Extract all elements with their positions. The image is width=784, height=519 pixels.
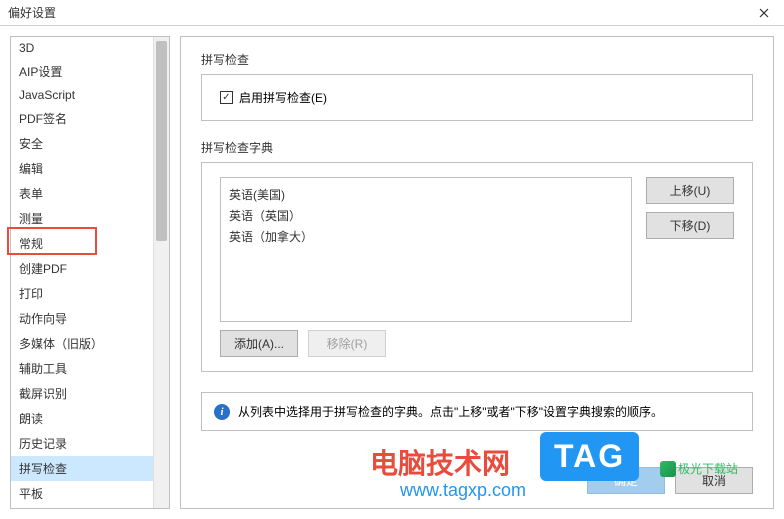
sidebar-container: 3DAIP设置JavaScriptPDF签名安全编辑表单测量常规创建PDF打印动… — [10, 36, 170, 509]
sidebar-item[interactable]: 创建PDF — [11, 256, 153, 281]
dictionary-action-buttons: 添加(A)... 移除(R) — [220, 330, 734, 357]
dictionary-list-item[interactable]: 英语(美国) — [229, 184, 623, 205]
sidebar-item[interactable]: 拼写检查 — [11, 456, 153, 481]
dictionary-list-item[interactable]: 英语（英国） — [229, 205, 623, 226]
info-text: 从列表中选择用于拼写检查的字典。点击"上移"或者"下移"设置字典搜索的顺序。 — [238, 403, 663, 420]
dictionary-list-item[interactable]: 英语（加拿大） — [229, 226, 623, 247]
sidebar-item[interactable]: 多媒体（旧版） — [11, 331, 153, 356]
sidebar-item[interactable]: 编辑 — [11, 156, 153, 181]
sidebar-item[interactable]: PDF签名 — [11, 106, 153, 131]
checkbox-icon: ✓ — [220, 91, 233, 104]
content-area: 3DAIP设置JavaScriptPDF签名安全编辑表单测量常规创建PDF打印动… — [0, 26, 784, 519]
sidebar-item[interactable]: 辅助工具 — [11, 356, 153, 381]
info-row: i 从列表中选择用于拼写检查的字典。点击"上移"或者"下移"设置字典搜索的顺序。 — [201, 392, 753, 431]
move-up-button[interactable]: 上移(U) — [646, 177, 734, 204]
sidebar-item[interactable]: 动作向导 — [11, 306, 153, 331]
dictionary-order-buttons: 上移(U) 下移(D) — [646, 177, 734, 322]
sidebar-item[interactable]: 常规 — [11, 231, 153, 256]
spellcheck-section-label: 拼写检查 — [201, 51, 753, 68]
info-icon: i — [214, 404, 230, 420]
window-title: 偏好设置 — [8, 4, 56, 21]
sidebar-item[interactable]: 测量 — [11, 206, 153, 231]
sidebar-item[interactable]: 表单 — [11, 181, 153, 206]
ok-button[interactable]: 确定 — [587, 467, 665, 494]
sidebar-item[interactable]: 安全 — [11, 131, 153, 156]
sidebar-item[interactable]: AIP设置 — [11, 59, 153, 84]
sidebar-item[interactable]: 历史记录 — [11, 431, 153, 456]
dialog-buttons: 确定 取消 — [587, 467, 753, 494]
dictionary-box: 英语(美国)英语（英国）英语（加拿大） 上移(U) 下移(D) 添加(A)...… — [201, 162, 753, 372]
enable-spellcheck-checkbox[interactable]: ✓ 启用拼写检查(E) — [220, 89, 734, 106]
dictionary-area: 英语(美国)英语（英国）英语（加拿大） 上移(U) 下移(D) — [220, 177, 734, 322]
sidebar-item[interactable]: 打印 — [11, 281, 153, 306]
category-sidebar[interactable]: 3DAIP设置JavaScriptPDF签名安全编辑表单测量常规创建PDF打印动… — [11, 37, 153, 508]
titlebar: 偏好设置 — [0, 0, 784, 26]
close-button[interactable] — [744, 0, 784, 26]
scrollbar-thumb[interactable] — [156, 41, 167, 241]
close-icon — [759, 8, 769, 18]
sidebar-item[interactable]: 平板 — [11, 481, 153, 506]
sidebar-item[interactable]: JavaScript — [11, 84, 153, 106]
dictionary-section-label: 拼写检查字典 — [201, 139, 753, 156]
dictionary-list[interactable]: 英语(美国)英语（英国）英语（加拿大） — [220, 177, 632, 322]
dictionary-group: 拼写检查字典 英语(美国)英语（英国）英语（加拿大） 上移(U) 下移(D) 添… — [201, 139, 753, 372]
add-button[interactable]: 添加(A)... — [220, 330, 298, 357]
sidebar-item[interactable]: 朗读 — [11, 406, 153, 431]
remove-button[interactable]: 移除(R) — [308, 330, 386, 357]
sidebar-item[interactable]: 截屏识别 — [11, 381, 153, 406]
main-panel: 拼写检查 ✓ 启用拼写检查(E) 拼写检查字典 英语(美国)英语（英国）英语（加… — [180, 36, 774, 509]
sidebar-item[interactable]: 3D — [11, 37, 153, 59]
enable-spellcheck-label: 启用拼写检查(E) — [239, 89, 327, 106]
cancel-button[interactable]: 取消 — [675, 467, 753, 494]
move-down-button[interactable]: 下移(D) — [646, 212, 734, 239]
spellcheck-group: 拼写检查 ✓ 启用拼写检查(E) — [201, 51, 753, 121]
scrollbar[interactable] — [153, 37, 169, 508]
spellcheck-box: ✓ 启用拼写检查(E) — [201, 74, 753, 121]
